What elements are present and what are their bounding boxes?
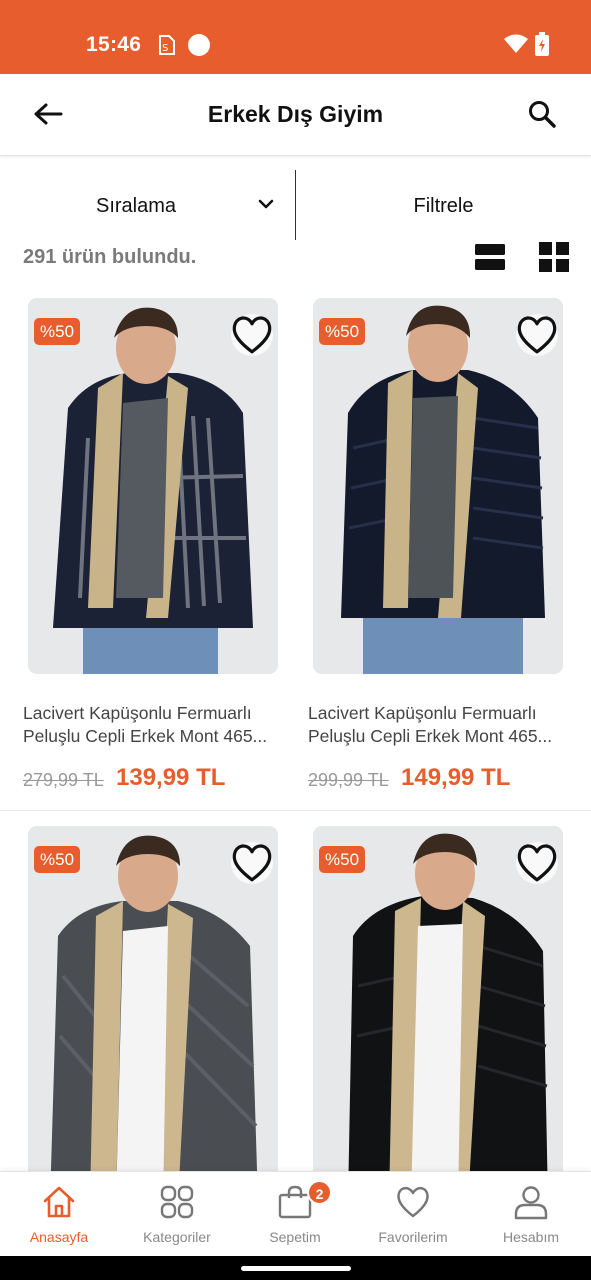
favorite-button[interactable] bbox=[516, 842, 558, 884]
nav-label: Sepetim bbox=[269, 1229, 321, 1245]
sort-filter-bar: Sıralama Filtrele bbox=[0, 170, 591, 240]
heart-icon bbox=[397, 1186, 429, 1218]
heart-icon bbox=[232, 316, 272, 354]
product-image[interactable]: %50 bbox=[313, 826, 563, 1202]
nav-label: Favorilerim bbox=[378, 1229, 448, 1245]
product-name[interactable]: Lacivert Kapüşonlu Fermuarlı Peluşlu Cep… bbox=[23, 702, 285, 748]
favorite-button[interactable] bbox=[516, 314, 558, 356]
product-image[interactable]: %50 bbox=[28, 298, 278, 674]
status-time: 15:46 bbox=[86, 33, 142, 56]
favorite-button[interactable] bbox=[231, 842, 273, 884]
home-gesture-pill[interactable] bbox=[241, 1266, 351, 1271]
product-image[interactable]: %50 bbox=[313, 298, 563, 674]
product-card[interactable]: %50 Lacivert Kapüşonlu Fermuarlı Peluşlu… bbox=[308, 298, 591, 816]
discount-badge: %50 bbox=[319, 846, 366, 873]
sort-label: Sıralama bbox=[96, 195, 177, 217]
app-bar: Erkek Dış Giyim bbox=[0, 74, 591, 156]
nav-label: Kategoriler bbox=[143, 1229, 211, 1245]
svg-text:S: S bbox=[162, 43, 168, 54]
home-icon bbox=[43, 1186, 75, 1218]
nav-label: Hesabım bbox=[502, 1229, 560, 1245]
new-price: 149,99 TL bbox=[401, 764, 511, 791]
favorite-button[interactable] bbox=[231, 314, 273, 356]
gesture-bar bbox=[0, 1256, 591, 1280]
nav-item-cart[interactable]: Sepetim bbox=[236, 1172, 354, 1257]
discount-badge: %50 bbox=[34, 318, 81, 345]
filter-label: Filtrele bbox=[413, 195, 474, 217]
page-title: Erkek Dış Giyim bbox=[207, 101, 384, 127]
sim-icon: S bbox=[159, 35, 175, 55]
nav-item-categories[interactable]: Kategoriler bbox=[118, 1172, 236, 1257]
nav-item-account[interactable]: Hesabım bbox=[472, 1172, 590, 1257]
product-card[interactable]: %50 Lacivert Kapüşonlu Fermuarlı Peluşlu… bbox=[23, 298, 312, 816]
battery-charging-icon bbox=[535, 32, 549, 56]
heart-icon bbox=[517, 844, 557, 882]
sort-button[interactable]: Sıralama bbox=[0, 170, 295, 240]
nav-label: Anasayfa bbox=[29, 1229, 89, 1245]
status-bar: 15:46 S bbox=[0, 0, 591, 74]
discount-badge: %50 bbox=[319, 318, 366, 345]
old-price: 299,99 TL bbox=[308, 770, 389, 790]
filter-button[interactable]: Filtrele bbox=[296, 170, 591, 240]
search-icon bbox=[529, 101, 556, 128]
nav-item-home[interactable]: Anasayfa bbox=[0, 1172, 118, 1257]
cart-count-badge: 2 bbox=[307, 1180, 332, 1205]
new-price: 139,99 TL bbox=[116, 764, 226, 791]
result-row: 291 ürün bulundu. bbox=[0, 240, 591, 280]
result-count: 291 ürün bulundu. bbox=[23, 246, 197, 268]
user-icon bbox=[514, 1186, 548, 1220]
heart-icon bbox=[517, 316, 557, 354]
heart-icon bbox=[232, 844, 272, 882]
notification-dot-icon bbox=[188, 34, 210, 56]
grid-categories-icon bbox=[160, 1185, 194, 1219]
product-name[interactable]: Lacivert Kapüşonlu Fermuarlı Peluşlu Cep… bbox=[308, 702, 570, 748]
chevron-down-icon bbox=[258, 199, 274, 209]
wifi-icon bbox=[504, 34, 528, 53]
grid-view-icon[interactable] bbox=[538, 241, 570, 273]
list-view-icon[interactable] bbox=[474, 242, 506, 272]
row-divider bbox=[0, 810, 591, 811]
nav-item-favorites[interactable]: Favorilerim bbox=[354, 1172, 472, 1257]
discount-badge: %50 bbox=[34, 846, 81, 873]
bottom-nav: Anasayfa Kategoriler Sepetim 2 Favoriler… bbox=[0, 1171, 591, 1256]
search-button[interactable] bbox=[524, 96, 560, 132]
product-image[interactable]: %50 bbox=[28, 826, 278, 1202]
old-price: 279,99 TL bbox=[23, 770, 104, 790]
